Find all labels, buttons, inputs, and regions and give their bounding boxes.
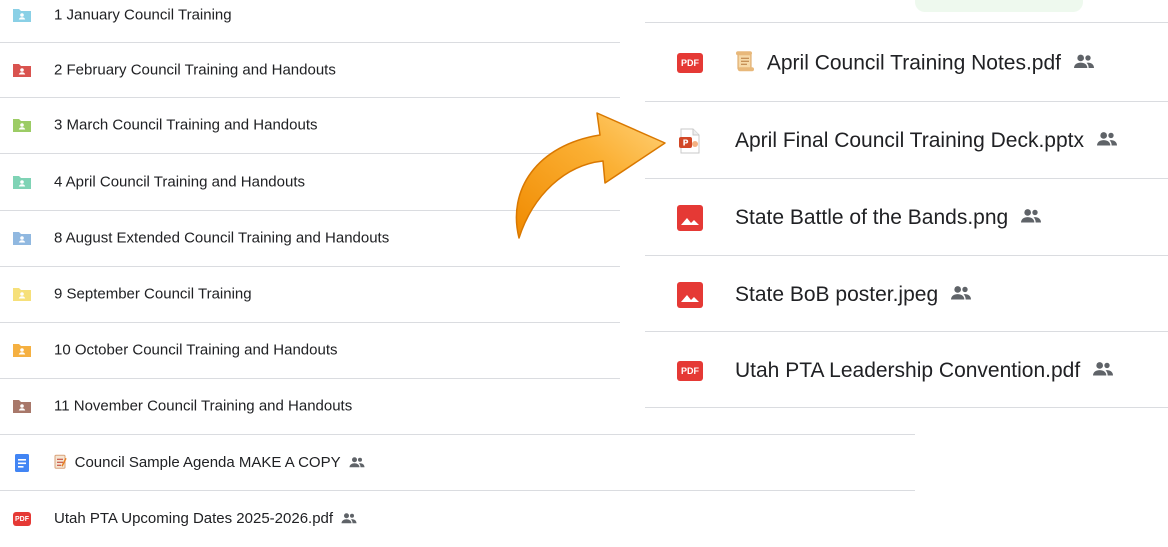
- shared-icon: [950, 283, 972, 307]
- item-label: State Battle of the Bands.png: [735, 205, 1009, 229]
- item-label: Council Sample Agenda MAKE A COPY: [74, 454, 341, 472]
- folder-shared-icon: [12, 7, 32, 23]
- shared-icon: [1096, 129, 1118, 153]
- folder-shared-icon: [12, 342, 32, 358]
- item-label: April Council Training Notes.pdf: [766, 50, 1061, 74]
- list-item[interactable]: State Battle of the Bands.png: [645, 179, 1168, 256]
- google-doc-icon: [12, 454, 32, 472]
- item-label: 8 August Extended Council Training and H…: [54, 229, 390, 247]
- scroll-emoji-icon: [735, 50, 761, 74]
- zoomed-file-panel: PDF April Council Training Notes.pdf P A…: [645, 0, 1168, 529]
- list-item[interactable]: PDF April Council Training Notes.pdf: [645, 24, 1168, 101]
- list-item[interactable]: 2 February Council Training and Handouts: [0, 42, 620, 98]
- item-label: 1 January Council Training: [54, 6, 232, 24]
- list-item[interactable]: P April Final Council Training Deck.pptx: [645, 102, 1168, 179]
- shared-icon: [1073, 51, 1095, 75]
- pdf-icon: PDF: [12, 511, 32, 527]
- pdf-icon: PDF: [677, 358, 703, 384]
- list-item[interactable]: PDF Utah PTA Leadership Convention.pdf: [645, 332, 1168, 409]
- folder-shared-icon: [12, 62, 32, 78]
- row-divider: [645, 407, 1168, 408]
- item-label: 10 October Council Training and Handouts: [54, 341, 338, 359]
- folder-shared-icon: [12, 117, 32, 133]
- item-label: April Final Council Training Deck.pptx: [735, 128, 1084, 152]
- folder-shared-icon: [12, 398, 32, 414]
- pdf-icon: PDF: [677, 50, 703, 76]
- pptx-icon: P: [677, 128, 703, 154]
- item-label: 3 March Council Training and Handouts: [54, 116, 318, 134]
- item-label: Utah PTA Upcoming Dates 2025-2026.pdf: [54, 510, 334, 528]
- item-label: 4 April Council Training and Handouts: [54, 173, 305, 191]
- memo-emoji-icon: [54, 454, 71, 470]
- list-item[interactable]: State BoB poster.jpeg: [645, 256, 1168, 333]
- list-item[interactable]: 1 January Council Training: [0, 0, 620, 43]
- shared-icon: [349, 455, 365, 472]
- shared-icon: [1092, 359, 1114, 383]
- item-label: Utah PTA Leadership Convention.pdf: [735, 358, 1081, 382]
- folder-shared-icon: [12, 286, 32, 302]
- svg-text:P: P: [683, 138, 689, 147]
- list-item[interactable]: 10 October Council Training and Handouts: [0, 322, 620, 378]
- folder-shared-icon: [12, 174, 32, 190]
- item-label: State BoB poster.jpeg: [735, 282, 939, 306]
- item-label: 11 November Council Training and Handout…: [54, 397, 353, 415]
- list-item[interactable]: 9 September Council Training: [0, 266, 620, 322]
- shared-icon: [1020, 206, 1042, 230]
- folder-shared-icon: [12, 230, 32, 246]
- curved-arrow-icon: [515, 112, 666, 239]
- image-icon: [677, 281, 703, 308]
- item-label: 2 February Council Training and Handouts: [54, 61, 336, 79]
- item-label: 9 September Council Training: [54, 285, 252, 303]
- shared-icon: [341, 511, 357, 528]
- row-divider: [645, 22, 1168, 23]
- image-icon: [677, 204, 703, 231]
- list-item[interactable]: 11 November Council Training and Handout…: [0, 378, 620, 434]
